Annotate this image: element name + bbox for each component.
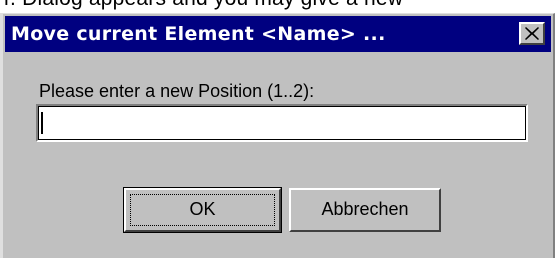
dialog-titlebar[interactable]: Move current Element <Name> ... [5,16,551,52]
ok-button[interactable]: OK [123,187,282,233]
background-document-text: r. Dialog appears and you may give a new [0,0,555,11]
page: r. Dialog appears and you may give a new… [0,0,555,258]
cancel-button-label: Abbrechen [321,199,409,219]
close-icon [525,27,539,40]
position-input[interactable] [36,104,528,142]
cancel-button[interactable]: Abbrechen [289,188,441,232]
ok-button-label: OK [189,199,216,219]
dialog-title: Move current Element <Name> ... [11,23,386,45]
position-prompt-label: Please enter a new Position (1..2): [39,81,315,101]
close-button[interactable] [519,22,545,45]
text-caret [41,112,43,134]
